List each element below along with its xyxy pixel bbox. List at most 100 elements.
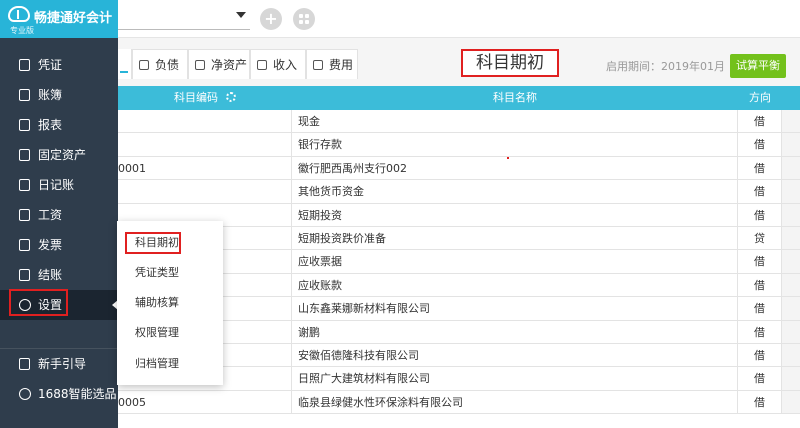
cell-direction: 借 <box>738 367 782 390</box>
menu-item-permissions[interactable]: 权限管理 <box>117 321 223 345</box>
play-icon <box>19 358 30 370</box>
cell-name: 徽行肥西禹州支行002 <box>292 156 738 180</box>
table-row[interactable]: 银行存款借 <box>118 133 800 157</box>
app-name: 畅捷通好会计 <box>34 11 113 26</box>
menu-item-archive[interactable]: 归档管理 <box>117 352 223 376</box>
cell-code <box>118 180 292 203</box>
sidebar-item-label: 日记账 <box>38 178 75 192</box>
net-assets-icon <box>195 60 205 70</box>
company-select[interactable] <box>118 6 250 30</box>
logo: 畅捷通好会计 专业版 <box>0 0 118 38</box>
account-opening-highlight-box <box>125 232 181 254</box>
tab-net-assets[interactable]: 净资产 <box>188 49 250 79</box>
column-header-code[interactable]: 科目编码 <box>118 86 292 110</box>
table-row[interactable]: 现金借 <box>118 110 800 134</box>
table-header: 科目编码 科目名称 方向 <box>118 86 800 110</box>
sidebar-item-fixed-assets[interactable]: 固定资产 <box>0 140 118 170</box>
sidebar-item-label: 固定资产 <box>38 148 87 162</box>
tab-assets-partial[interactable] <box>118 49 132 79</box>
sidebar-item-label: 新手引导 <box>38 357 87 371</box>
cell-extra <box>782 226 800 250</box>
settings-highlight-box <box>9 289 68 316</box>
grid-icon[interactable] <box>293 8 315 30</box>
cell-direction: 借 <box>738 390 782 414</box>
trial-balance-button[interactable]: 试算平衡 <box>730 54 786 78</box>
cell-extra <box>782 203 800 226</box>
sidebar-item-label: 发票 <box>38 238 63 252</box>
sidebar-item-label: 结账 <box>38 268 63 282</box>
table-row[interactable]: 其他货币资金借 <box>118 180 800 204</box>
cell-code <box>118 110 292 133</box>
sidebar-item-report[interactable]: 报表 <box>0 110 118 140</box>
app-edition: 专业版 <box>10 26 34 35</box>
cloud-logo-icon <box>8 6 30 22</box>
sidebar-bottom: 新手引导 1688智能选品 <box>0 348 118 409</box>
sidebar-item-ledger[interactable]: 账簿 <box>0 80 118 110</box>
report-icon <box>19 119 30 131</box>
cell-direction: 借 <box>738 297 782 320</box>
ledger-icon <box>19 89 30 101</box>
cell-direction: 借 <box>738 273 782 297</box>
table-row[interactable]: 0005 临泉县绿健水性环保涂料有限公司借 <box>118 390 800 415</box>
tab-row: 负债 净资产 收入 费用 科目期初 启用期间：2019年01月 试算平衡 <box>118 38 800 86</box>
chevron-down-icon[interactable] <box>236 12 246 18</box>
sidebar-item-journal[interactable]: 日记账 <box>0 170 118 200</box>
cell-name: 安徽佰德隆科技有限公司 <box>292 343 738 367</box>
cell-direction: 借 <box>738 133 782 156</box>
eye-icon <box>257 60 267 70</box>
sidebar-item-1688[interactable]: 1688智能选品 <box>0 379 118 409</box>
invoice-icon <box>19 239 30 251</box>
page-title: 科目期初 <box>461 49 559 77</box>
cell-direction: 借 <box>738 203 782 226</box>
link-icon <box>19 388 31 400</box>
tab-expense[interactable]: 费用 <box>306 49 358 79</box>
menu-item-voucher-type[interactable]: 凭证类型 <box>117 261 223 285</box>
menu-item-auxiliary-accounting[interactable]: 辅助核算 <box>117 291 223 315</box>
sidebar-item-salary[interactable]: 工资 <box>0 200 118 230</box>
sidebar-item-invoice[interactable]: 发票 <box>0 230 118 260</box>
voucher-icon <box>19 59 30 71</box>
cell-direction: 借 <box>738 320 782 343</box>
cell-direction: 借 <box>738 156 782 180</box>
cell-direction: 借 <box>738 110 782 133</box>
cell-direction: 借 <box>738 343 782 367</box>
cell-direction: 借 <box>738 180 782 203</box>
expense-icon <box>313 60 323 70</box>
table-row[interactable]: 0001 徽行肥西禹州支行002 借 <box>118 156 800 181</box>
cell-code: 0001 <box>118 156 292 180</box>
sidebar-item-guide[interactable]: 新手引导 <box>0 349 118 379</box>
sidebar-item-label: 1688智能选品 <box>38 387 117 401</box>
cell-name: 银行存款 <box>292 133 738 156</box>
asset-icon <box>19 149 30 161</box>
cell-extra <box>782 273 800 297</box>
cell-extra <box>782 297 800 320</box>
tab-label: 净资产 <box>211 58 248 72</box>
sidebar: 畅捷通好会计 专业版 凭证 账簿 报表 固定资产 日记账 工资 发票 结账 设置… <box>0 0 118 428</box>
cell-extra <box>782 250 800 273</box>
cell-direction: 借 <box>738 250 782 273</box>
cell-extra <box>782 343 800 367</box>
salary-icon <box>19 209 30 221</box>
tab-liabilities[interactable]: 负债 <box>132 49 188 79</box>
column-header-direction: 方向 <box>749 91 771 104</box>
sidebar-item-voucher[interactable]: 凭证 <box>0 50 118 80</box>
tab-income[interactable]: 收入 <box>250 49 306 79</box>
cell-name: 现金 <box>292 110 738 133</box>
cell-name: 短期投资跌价准备 <box>292 226 738 250</box>
column-settings-icon[interactable] <box>226 92 236 102</box>
settings-flyout-menu: 科目期初 凭证类型 辅助核算 权限管理 归档管理 <box>117 221 223 385</box>
sidebar-item-label: 工资 <box>38 208 63 222</box>
tab-label: 负债 <box>155 58 180 72</box>
sidebar-item-close-books[interactable]: 结账 <box>0 260 118 290</box>
plus-circle-icon[interactable]: + <box>260 8 282 30</box>
cell-direction: 贷 <box>738 226 782 250</box>
column-header-code-label: 科目编码 <box>174 91 218 104</box>
cell-name: 短期投资 <box>292 203 738 226</box>
cell-extra <box>782 180 800 203</box>
cell-name: 应收账款 <box>292 273 738 297</box>
cell-name: 日照广大建筑材料有限公司 <box>292 367 738 390</box>
cell-name: 应收票据 <box>292 250 738 273</box>
red-dot-marker <box>507 157 509 159</box>
close-books-icon <box>19 269 30 281</box>
cell-extra <box>782 110 800 133</box>
